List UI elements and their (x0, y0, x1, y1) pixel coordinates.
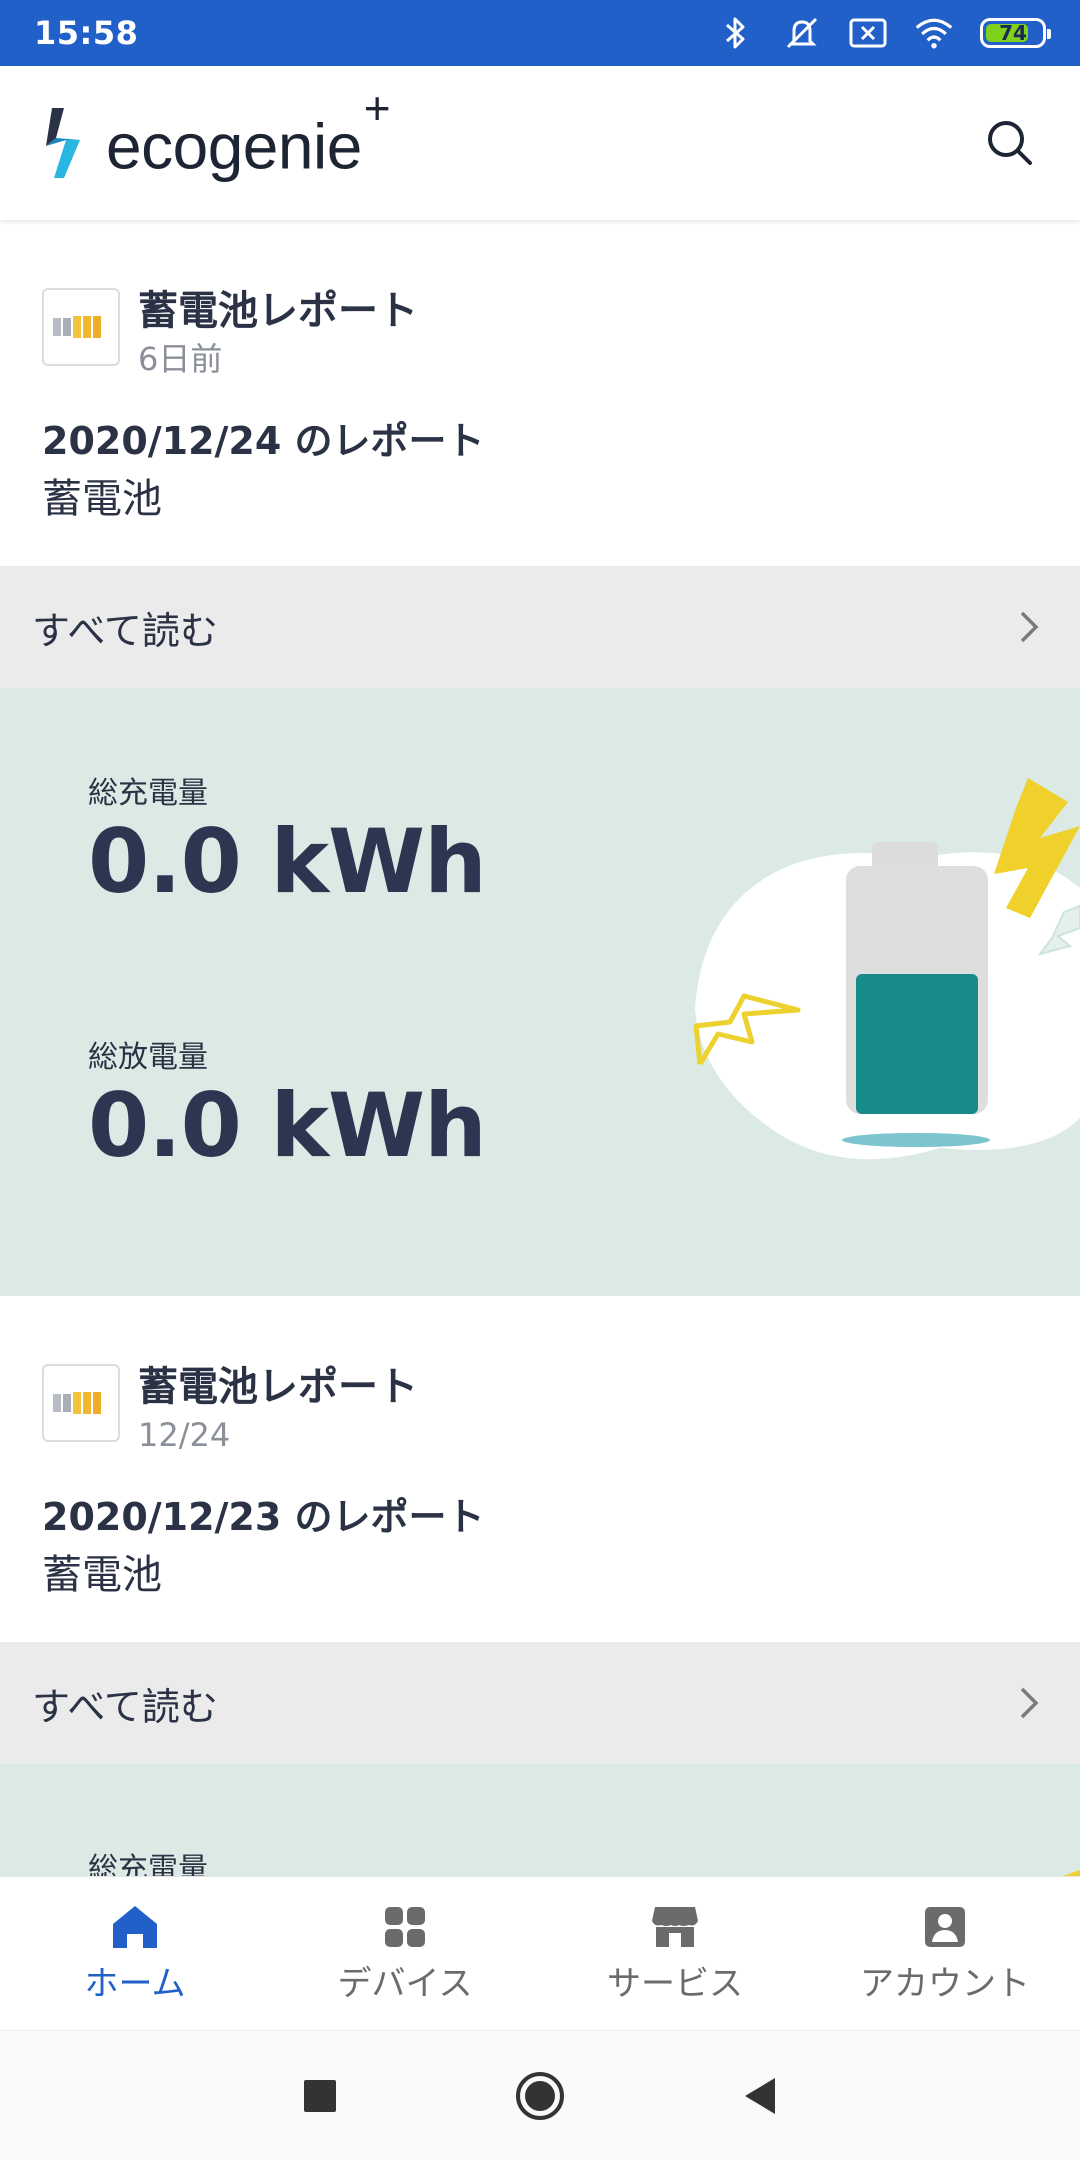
report-card: 蓄電池レポート 12/24 2020/12/23 のレポート 蓄電池 すべて読む… (0, 1296, 1080, 1876)
mute-icon (782, 13, 822, 53)
total-charge-label: 総充電量 (88, 1852, 208, 1876)
nav-devices[interactable]: デバイス (270, 1877, 540, 2030)
nav-services[interactable]: サービス (540, 1877, 810, 2030)
home-system-button[interactable] (510, 2066, 570, 2126)
system-navigation (0, 2030, 1080, 2160)
report-device: 蓄電池 (42, 476, 162, 522)
total-charge: 総充電量 (88, 1844, 208, 1876)
report-time: 12/24 (138, 1416, 231, 1454)
nav-home[interactable]: ホーム (0, 1877, 270, 2030)
chevron-right-icon (1020, 1687, 1039, 1719)
report-card-header: 蓄電池レポート 12/24 2020/12/23 のレポート 蓄電池 (0, 1296, 1080, 1642)
bottom-navigation: ホーム デバイス サービス アカウント (0, 1876, 1080, 2030)
total-charge-value: 0.0 kWh (88, 810, 487, 913)
search-button[interactable] (980, 113, 1040, 173)
total-discharge-value: 0.0 kWh (88, 1074, 487, 1177)
logo-bolt-icon (46, 107, 80, 178)
logo-wordmark: ecogenie (106, 110, 362, 183)
logo-text: ecogenie+ (106, 82, 391, 183)
app-header: ecogenie+ (0, 66, 1080, 220)
report-device: 蓄電池 (42, 1552, 162, 1598)
search-icon (988, 121, 1032, 165)
status-icons: 74 (716, 13, 1051, 53)
report-date: 2020/12/24 のレポート (42, 419, 485, 463)
wifi-icon (914, 13, 954, 53)
report-card: 蓄電池レポート 6日前 2020/12/24 のレポート 蓄電池 すべて読む 総… (0, 220, 1080, 1296)
nav-account-label: アカウント (860, 1964, 1030, 2004)
report-card-header: 蓄電池レポート 6日前 2020/12/24 のレポート 蓄電池 (0, 220, 1080, 566)
battery-illustration (693, 778, 1080, 1160)
logo-plus: + (363, 81, 391, 134)
total-charge-label: 総充電量 (88, 776, 208, 811)
report-stats: 総充電量 (0, 1764, 1080, 1876)
report-time: 6日前 (138, 340, 223, 378)
battery-thumbnail-icon (42, 288, 120, 366)
read-all-label: すべて読む (32, 608, 218, 653)
nav-account[interactable]: アカウント (810, 1877, 1080, 2030)
home-icon (110, 1902, 160, 1952)
battery-icon: 74 (980, 18, 1051, 48)
back-triangle-icon (745, 2077, 775, 2114)
total-charge: 総充電量 0.0 kWh (88, 768, 487, 913)
report-stats: 総充電量 0.0 kWh 総放電量 0.0 kWh (0, 688, 1080, 1296)
report-date: 2020/12/23 のレポート (42, 1495, 485, 1539)
report-title: 蓄電池レポート (138, 1364, 418, 1410)
grid-icon (380, 1902, 430, 1952)
total-discharge: 総放電量 0.0 kWh (88, 1032, 487, 1177)
status-time: 15:58 (34, 14, 139, 52)
nav-services-label: サービス (607, 1964, 743, 2004)
battery-level: 74 (999, 21, 1027, 45)
account-icon (920, 1902, 970, 1952)
report-title: 蓄電池レポート (138, 288, 418, 334)
recents-button[interactable] (290, 2066, 350, 2126)
circle-icon (516, 2071, 564, 2120)
nav-home-label: ホーム (84, 1964, 186, 2004)
battery-thumbnail-icon (42, 1364, 120, 1442)
square-icon (304, 2079, 336, 2112)
app-logo: ecogenie+ (40, 82, 391, 183)
chevron-right-icon (1020, 611, 1039, 643)
read-all-button[interactable]: すべて読む (0, 566, 1080, 688)
notification-x-icon (848, 13, 888, 53)
read-all-button[interactable]: すべて読む (0, 1642, 1080, 1764)
bluetooth-icon (716, 13, 756, 53)
bolt-icon (1062, 1870, 1080, 1876)
back-button[interactable] (730, 2066, 790, 2126)
store-icon (650, 1902, 700, 1952)
nav-devices-label: デバイス (337, 1964, 473, 2004)
total-discharge-label: 総放電量 (88, 1040, 208, 1075)
status-bar: 15:58 74 (0, 0, 1080, 66)
read-all-label: すべて読む (32, 1684, 218, 1729)
report-feed[interactable]: 蓄電池レポート 6日前 2020/12/24 のレポート 蓄電池 すべて読む 総… (0, 220, 1080, 1876)
